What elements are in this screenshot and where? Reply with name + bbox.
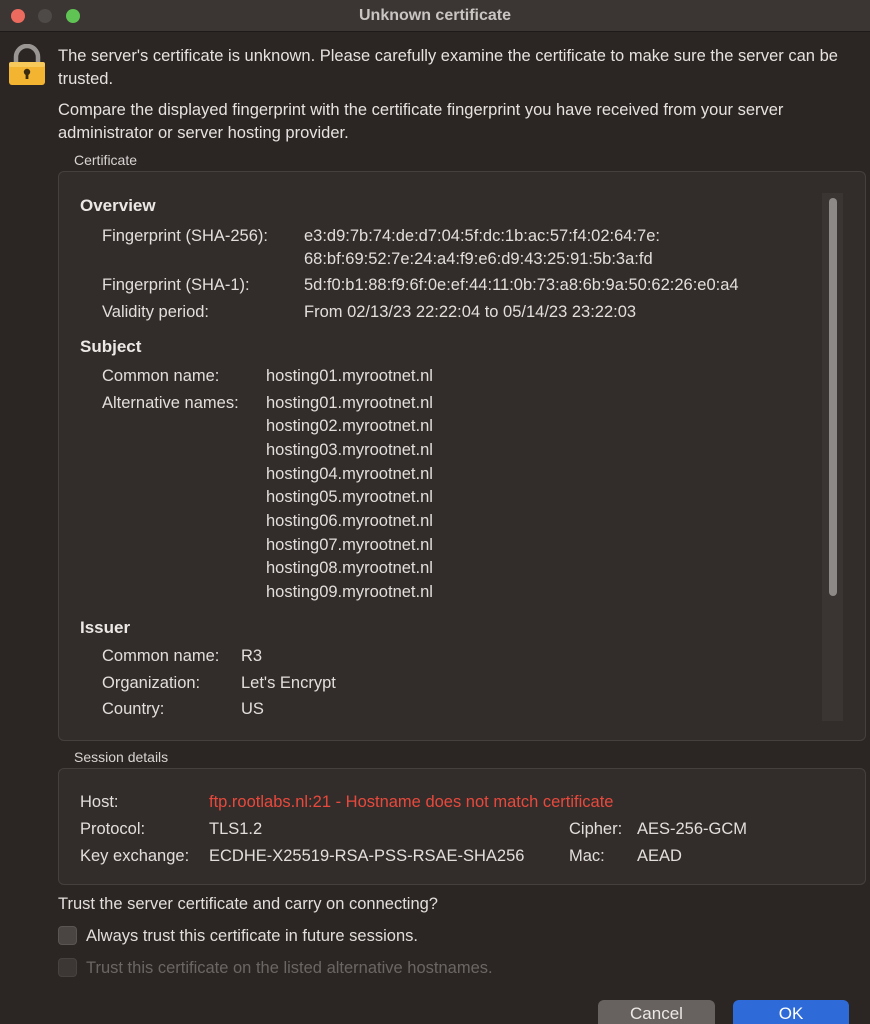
alt-name-item: hosting02.myrootnet.nl: [266, 417, 433, 435]
title-bar: Unknown certificate: [0, 0, 870, 32]
subject-common-name-value: hosting01.myrootnet.nl: [266, 367, 433, 385]
protocol-label: Protocol:: [80, 820, 146, 838]
key-exchange-value: ECDHE-X25519-RSA-PSS-RSAE-SHA256: [209, 847, 525, 865]
alt-name-item: hosting04.myrootnet.nl: [266, 465, 433, 483]
alternative-names-label: Alternative names:: [102, 394, 239, 412]
validity-label: Validity period:: [102, 303, 210, 321]
alt-name-item: hosting09.myrootnet.nl: [266, 583, 433, 601]
alt-name-item: hosting01.myrootnet.nl: [266, 394, 433, 412]
trust-alt-hostnames-checkbox[interactable]: [58, 958, 77, 977]
session-details-group-label: Session details: [74, 749, 169, 765]
sha256-value-line2: 68:bf:69:52:7e:24:a4:f9:e6:d9:43:25:91:5…: [304, 250, 653, 268]
issuer-organization-label: Organization:: [102, 674, 201, 692]
always-trust-checkbox[interactable]: [58, 926, 77, 945]
alt-name-item: hosting05.myrootnet.nl: [266, 488, 433, 506]
sha256-label: Fingerprint (SHA-256):: [102, 227, 268, 245]
alt-name-item: hosting08.myrootnet.nl: [266, 559, 433, 577]
subject-heading: Subject: [80, 337, 142, 356]
unknown-certificate-message: The server's certificate is unknown. Ple…: [58, 47, 838, 88]
always-trust-label[interactable]: Always trust this certificate in future …: [86, 927, 418, 946]
lock-icon: [9, 44, 45, 85]
sha1-label: Fingerprint (SHA-1):: [102, 276, 250, 294]
subject-common-name-label: Common name:: [102, 367, 220, 385]
mac-value: AEAD: [637, 847, 682, 865]
issuer-common-name-label: Common name:: [102, 647, 220, 665]
alt-name-item: hosting03.myrootnet.nl: [266, 441, 433, 459]
certificate-scrollbar-thumb[interactable]: [829, 198, 837, 596]
issuer-heading: Issuer: [80, 618, 131, 637]
trust-alt-hostnames-label[interactable]: Trust this certificate on the listed alt…: [86, 959, 493, 978]
ok-button[interactable]: OK: [733, 1000, 849, 1024]
alt-name-item: hosting07.myrootnet.nl: [266, 536, 433, 554]
issuer-organization-value: Let's Encrypt: [241, 674, 336, 692]
cipher-label: Cipher:: [569, 820, 623, 838]
cipher-value: AES-256-GCM: [637, 820, 748, 838]
issuer-country-label: Country:: [102, 700, 165, 718]
sha256-value-line1: e3:d9:7b:74:de:d7:04:5f:dc:1b:ac:57:f4:0…: [304, 227, 660, 245]
alt-name-item: hosting06.myrootnet.nl: [266, 512, 433, 530]
host-value: ftp.rootlabs.nl:21 - Hostname does not m…: [209, 793, 614, 811]
fingerprint-instruction: Compare the displayed fingerprint with t…: [58, 101, 784, 142]
protocol-value: TLS1.2: [209, 820, 263, 838]
key-exchange-label: Key exchange:: [80, 847, 190, 865]
host-label: Host:: [80, 793, 119, 811]
issuer-common-name-value: R3: [241, 647, 263, 665]
overview-heading: Overview: [80, 196, 156, 215]
sha1-value: 5d:f0:b1:88:f9:6f:0e:ef:44:11:0b:73:a8:6…: [304, 276, 739, 294]
issuer-country-value: US: [241, 700, 264, 718]
window-title: Unknown certificate: [358, 7, 512, 24]
validity-value: From 02/13/23 22:22:04 to 05/14/23 23:22…: [304, 303, 637, 321]
cancel-button[interactable]: Cancel: [598, 1000, 715, 1024]
certificate-group-label: Certificate: [74, 152, 138, 168]
trust-question: Trust the server certificate and carry o…: [58, 895, 438, 913]
mac-label: Mac:: [569, 847, 605, 865]
